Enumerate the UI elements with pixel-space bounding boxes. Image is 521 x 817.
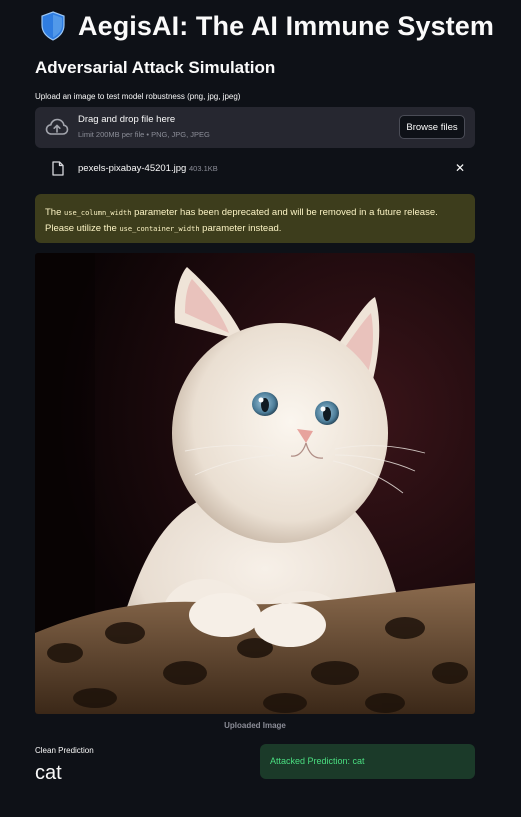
app-page: AegisAI: The AI Immune System Adversaria… bbox=[0, 0, 521, 817]
uploaded-file-row: pexels-pixabay-45201.jpg 403.1KB ✕ bbox=[35, 158, 475, 180]
upload-label: Upload an image to test model robustness… bbox=[35, 92, 241, 101]
close-icon[interactable]: ✕ bbox=[455, 161, 465, 175]
clean-prediction-label: Clean Prediction bbox=[35, 746, 94, 755]
app-header: AegisAI: The AI Immune System bbox=[40, 8, 494, 44]
shield-icon bbox=[40, 11, 66, 41]
section-title: Adversarial Attack Simulation bbox=[35, 58, 276, 77]
file-icon bbox=[52, 161, 64, 176]
dropzone-instructions: Drag and drop file here bbox=[78, 114, 176, 125]
kitten-photo bbox=[35, 253, 475, 714]
warning-text-post: parameter instead. bbox=[199, 223, 282, 234]
warning-code-column-width: use_column_width bbox=[64, 209, 132, 217]
browse-files-button[interactable]: Browse files bbox=[399, 115, 465, 139]
warning-code-container-width: use_container_width bbox=[119, 225, 200, 233]
file-name: pexels-pixabay-45201.jpg bbox=[78, 163, 187, 174]
attacked-prediction-alert: Attacked Prediction: cat bbox=[260, 744, 475, 779]
dropzone-limit: Limit 200MB per file • PNG, JPG, JPEG bbox=[78, 130, 210, 139]
uploaded-image bbox=[35, 253, 475, 714]
deprecation-warning: The use_column_width parameter has been … bbox=[35, 194, 475, 243]
file-size: 403.1KB bbox=[189, 164, 218, 173]
page-title: AegisAI: The AI Immune System bbox=[78, 10, 494, 41]
image-caption: Uploaded Image bbox=[224, 721, 286, 730]
cloud-upload-icon bbox=[45, 117, 69, 137]
warning-text-pre: The bbox=[45, 207, 65, 218]
file-dropzone[interactable]: Drag and drop file here Limit 200MB per … bbox=[35, 107, 475, 148]
clean-prediction-value: cat bbox=[35, 762, 62, 784]
